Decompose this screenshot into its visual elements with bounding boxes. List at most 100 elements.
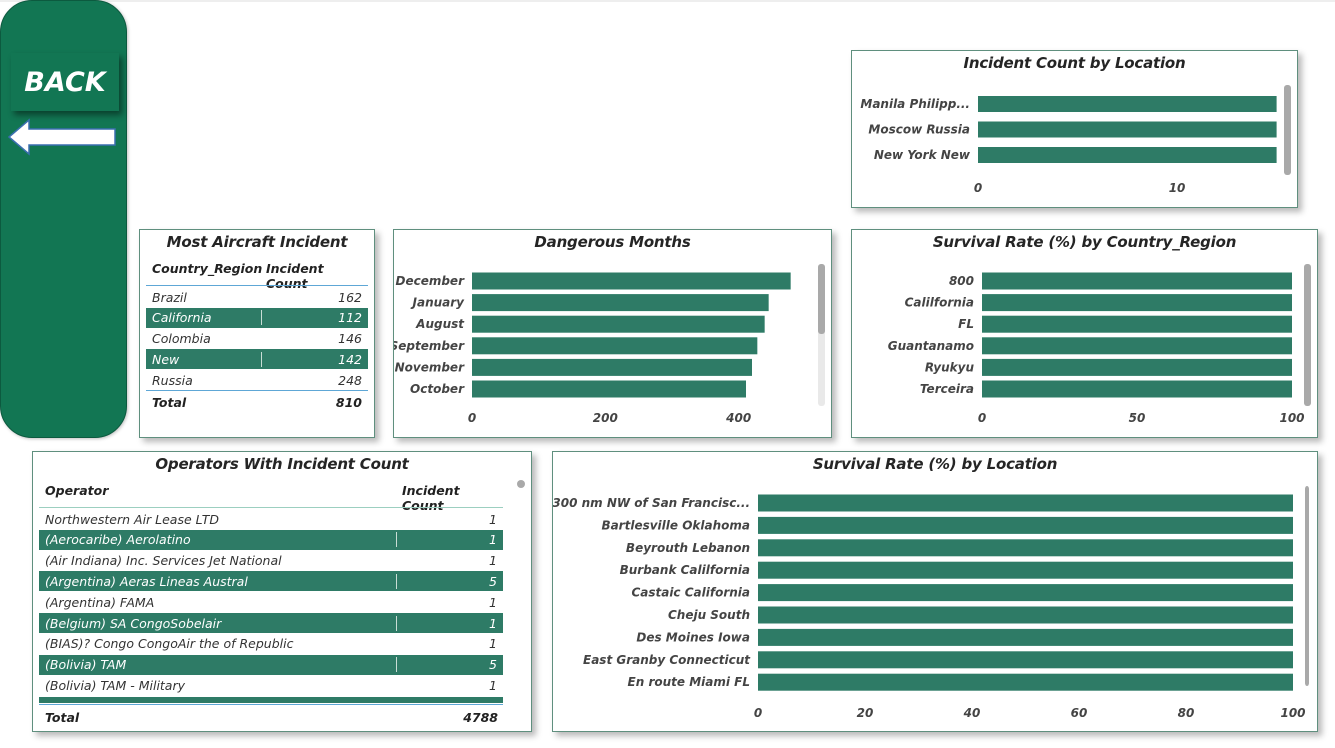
- column-header-country[interactable]: Country_Region: [152, 261, 262, 276]
- bar[interactable]: [758, 673, 1293, 691]
- sidebar: BACK: [0, 0, 127, 438]
- table-row[interactable]: (Bolivia) TAM - Military 1: [39, 675, 503, 695]
- bar[interactable]: [472, 294, 769, 312]
- table-row[interactable]: (Argentina) Aeras Lineas Austral 5: [39, 571, 503, 592]
- scrollbar-thumb[interactable]: [1304, 264, 1311, 406]
- location-chart: Manila Philipp... Moscow Russia New York N…: [860, 85, 1291, 195]
- operators-card: Operators With Incident Count Operator I…: [32, 451, 532, 732]
- row-count: 248: [338, 372, 362, 388]
- bar[interactable]: [758, 628, 1293, 646]
- row-count: 146: [338, 331, 362, 347]
- table-row[interactable]: Northwestern Air Lease LTD 1: [39, 509, 503, 529]
- total-label: Total: [45, 710, 80, 725]
- bar[interactable]: [472, 272, 791, 290]
- bar[interactable]: [982, 272, 1292, 290]
- row-count: 1: [489, 594, 497, 610]
- tick-label: 400: [725, 411, 751, 425]
- scrollbar-thumb[interactable]: [1305, 486, 1309, 686]
- bar[interactable]: [982, 294, 1292, 312]
- total-divider: [146, 390, 368, 391]
- table-row[interactable]: (BIAS)? Congo CongoAir the of Republic 1: [39, 634, 503, 654]
- row-name: (Bolivia) TAM - Military: [45, 677, 186, 693]
- row-count: 142: [261, 351, 368, 367]
- bar[interactable]: [982, 315, 1292, 333]
- category-label: New York New: [874, 148, 971, 162]
- months-chart: December January August September November Oc…: [394, 264, 825, 425]
- row-name: (Bolivia) TAM: [45, 657, 127, 673]
- row-name: Brazil: [152, 289, 187, 305]
- row-name: (Aerocaribe) Aerolatino: [45, 532, 191, 548]
- category-label: Ryukyu: [925, 360, 975, 374]
- category-label: Calilfornia: [905, 296, 974, 310]
- bar[interactable]: [982, 380, 1292, 398]
- back-button[interactable]: BACK: [11, 53, 119, 111]
- category-label: August: [415, 317, 465, 331]
- category-label: FL: [958, 317, 974, 331]
- row-name: (Air Indiana) Inc. Services Jet National: [45, 553, 282, 569]
- category-label: November: [395, 360, 465, 374]
- bar[interactable]: [758, 584, 1293, 602]
- table-row[interactable]: (Air Indiana) Inc. Services Jet National…: [39, 551, 503, 571]
- table-row[interactable]: Colombia 146: [146, 329, 368, 349]
- bar[interactable]: [758, 494, 1293, 512]
- bar[interactable]: [758, 516, 1293, 534]
- row-name: Russia: [152, 372, 193, 388]
- category-label: Des Moines Iowa: [636, 630, 750, 644]
- row-name: New: [152, 351, 180, 367]
- bar[interactable]: [472, 315, 765, 333]
- row-count: 5: [396, 657, 503, 673]
- table-row[interactable]: (Aerocaribe) Aerolatino 1: [39, 529, 503, 550]
- bar[interactable]: [472, 358, 752, 376]
- scrollbar-thumb[interactable]: [517, 480, 525, 488]
- header-divider: [39, 507, 503, 508]
- table-row[interactable]: (Argentina) FAMA 1: [39, 592, 503, 612]
- category-label: Guantanamo: [888, 339, 974, 353]
- bar[interactable]: [758, 561, 1293, 579]
- category-label: En route Miami FL: [628, 675, 750, 689]
- row-count: 1: [396, 532, 503, 548]
- table-row[interactable]: (Belgium) SA CongoSobelair 1: [39, 613, 503, 633]
- table-row[interactable]: New 142: [146, 349, 368, 370]
- row-name: (Belgium) SA CongoSobelair: [45, 615, 222, 631]
- bar[interactable]: [978, 96, 1277, 112]
- row-count: 112: [261, 310, 368, 326]
- column-header-operator[interactable]: Operator: [45, 483, 108, 498]
- scrollbar[interactable]: [515, 478, 527, 498]
- total-divider: [39, 704, 503, 705]
- scrollbar-thumb[interactable]: [1284, 85, 1291, 175]
- category-label: January: [411, 296, 466, 310]
- table-row[interactable]: California 112: [146, 307, 368, 328]
- bar[interactable]: [472, 337, 758, 355]
- bar[interactable]: [978, 147, 1277, 163]
- bar[interactable]: [758, 651, 1293, 669]
- table-row[interactable]: Brazil 162: [146, 287, 368, 307]
- category-label: Manila Philipp...: [860, 97, 970, 111]
- tick-label: 100: [1280, 706, 1305, 720]
- category-label: Moscow Russia: [868, 123, 970, 137]
- months-chart-card: Dangerous Months December January August Se…: [393, 229, 832, 438]
- total-label: Total: [152, 395, 187, 410]
- row-count: 162: [338, 289, 362, 305]
- total-row: Total 4788: [45, 710, 498, 725]
- bar[interactable]: [978, 121, 1277, 138]
- most-incident-table: Country_Region Incident Count Brazil 162 C…: [146, 230, 368, 435]
- table-row[interactable]: Russia 248: [146, 370, 368, 390]
- scrollbar-thumb[interactable]: [818, 264, 825, 334]
- row-name: (BIAS)? Congo CongoAir the of Republic: [45, 636, 294, 652]
- left-arrow-icon[interactable]: [7, 117, 119, 157]
- table-row[interactable]: (Bolivia) TAM 5: [39, 654, 503, 675]
- row-count: 1: [489, 636, 497, 652]
- tick-label: 0: [978, 411, 986, 425]
- category-label: September: [394, 339, 465, 353]
- bar[interactable]: [758, 539, 1293, 557]
- tick-label: 40: [963, 706, 981, 720]
- bar[interactable]: [982, 337, 1292, 355]
- category-label: Castaic California: [631, 586, 750, 600]
- bar[interactable]: [758, 606, 1293, 624]
- survival-location-card: Survival Rate (%) by Location 300 nm NW …: [552, 451, 1318, 732]
- location-chart-card: Incident Count by Location Manila Philip…: [851, 50, 1298, 208]
- header-divider: [146, 285, 368, 286]
- row-name: (Argentina) FAMA: [45, 594, 155, 610]
- bar[interactable]: [982, 358, 1292, 376]
- bar[interactable]: [472, 380, 746, 398]
